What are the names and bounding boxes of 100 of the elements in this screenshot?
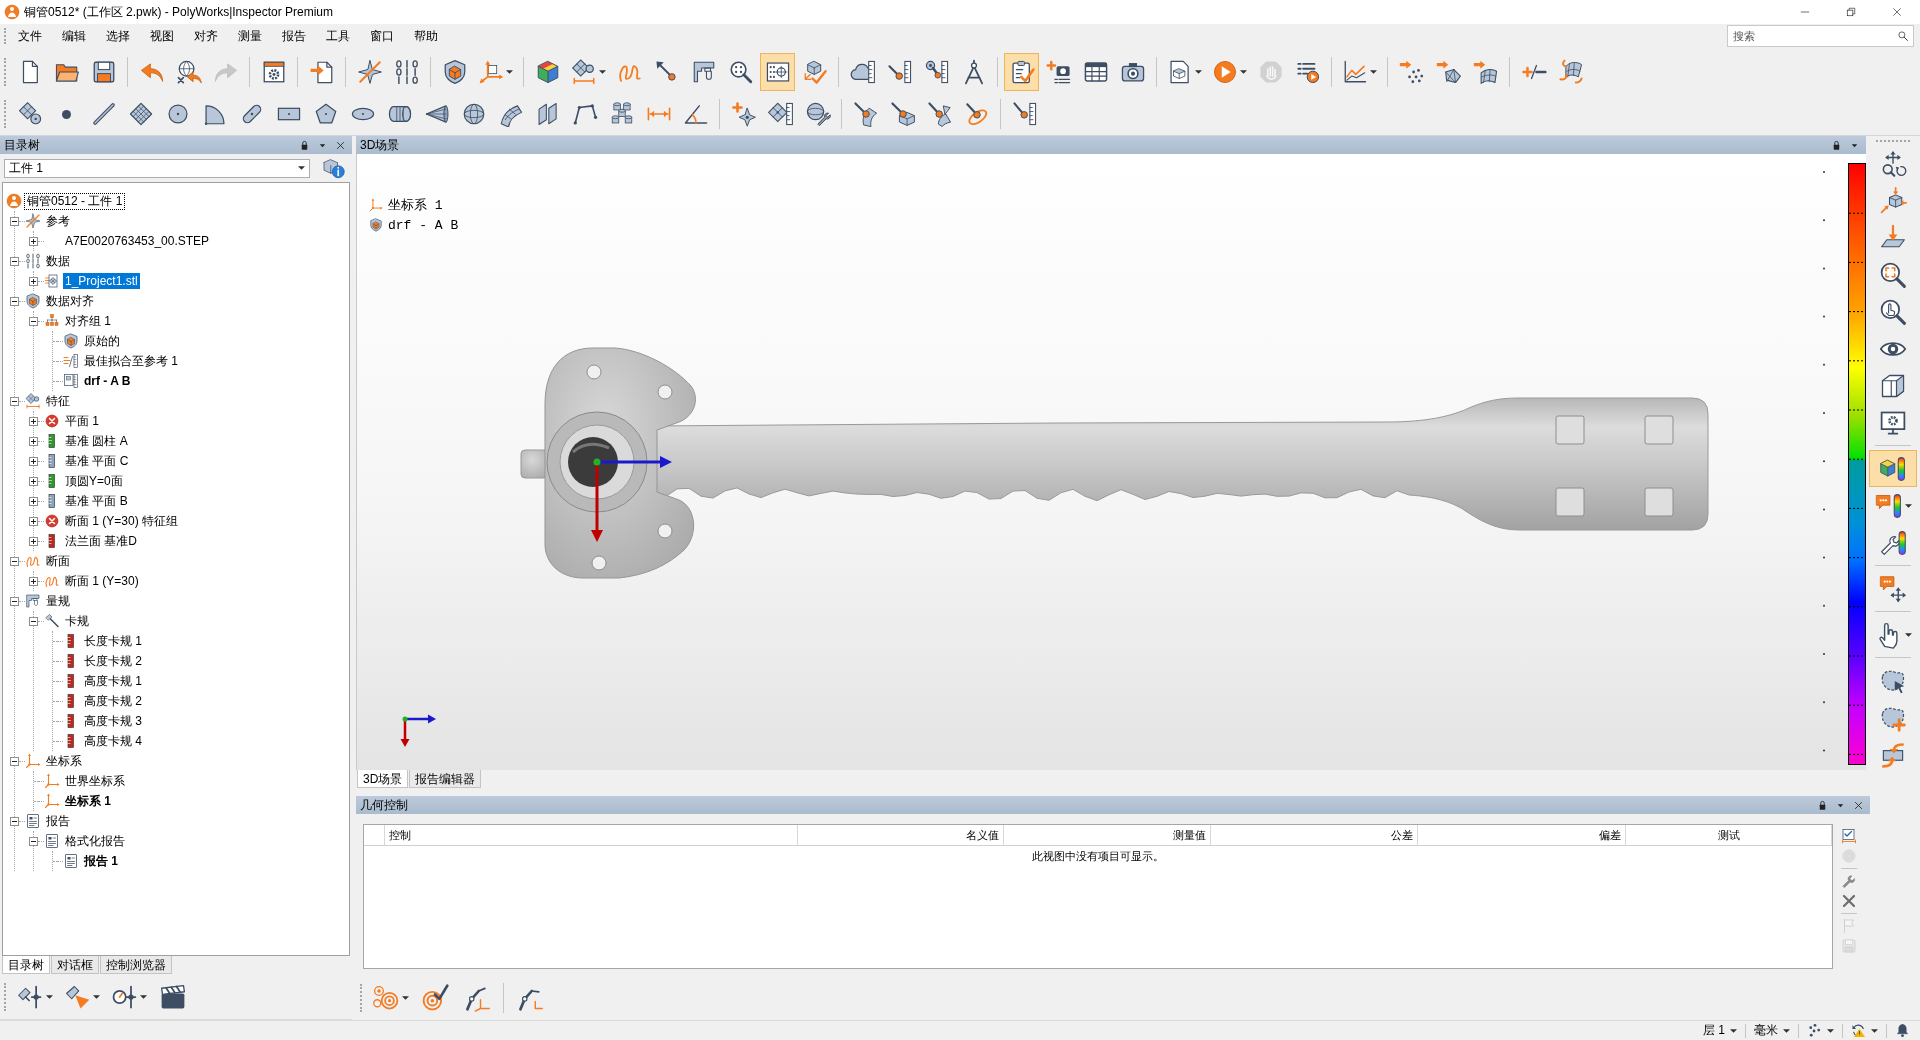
status-dropdown[interactable]: 层 1 [1697, 1021, 1743, 1040]
column-header[interactable]: 测量值 [1004, 825, 1211, 845]
axis-triad-icon [400, 714, 436, 747]
tree-item[interactable]: 报告 1 [82, 853, 120, 869]
tree-item[interactable]: 长度卡规 2 [82, 653, 144, 669]
expand-toggle-icon[interactable] [29, 476, 38, 486]
menu-item[interactable]: 测量 [228, 26, 272, 46]
3d-viewport[interactable]: 坐标系 1 drf - A B [356, 154, 1866, 770]
tree-item[interactable]: 卡规 [63, 613, 91, 629]
expand-toggle-icon[interactable] [29, 536, 38, 546]
tree-item[interactable]: 原始的 [82, 333, 122, 349]
tree-item[interactable]: 量规 [44, 593, 72, 609]
lock-icon[interactable] [1831, 139, 1842, 151]
tree-item[interactable]: 高度卡规 2 [82, 693, 144, 709]
toolbar-button[interactable] [1869, 450, 1917, 487]
globe-arrow-icon [175, 59, 202, 85]
search-icon[interactable] [1897, 30, 1909, 42]
panel-tab[interactable]: 控制浏览器 [100, 956, 172, 974]
collapse-toggle-icon[interactable] [29, 616, 38, 626]
tree-item[interactable]: 断面 1 (Y=30) [63, 573, 141, 589]
collapse-toggle-icon[interactable] [10, 396, 19, 406]
tree-item[interactable]: 格式化报告 [63, 833, 127, 849]
collapse-toggle-icon[interactable] [10, 816, 19, 826]
toolbar-button[interactable] [1839, 826, 1859, 846]
line-icon [90, 101, 117, 127]
tree-item[interactable]: 顶圆Y=0面 [63, 473, 125, 489]
menu-item[interactable]: 选择 [96, 26, 140, 46]
collapse-toggle-icon[interactable] [29, 316, 38, 326]
menu-item[interactable]: 对齐 [184, 26, 228, 46]
menu-item[interactable]: 编辑 [52, 26, 96, 46]
panel-tab[interactable]: 报告编辑器 [409, 770, 482, 788]
collapse-toggle-icon[interactable] [29, 836, 38, 846]
tree-item[interactable]: 高度卡规 1 [82, 673, 144, 689]
expand-toggle-icon[interactable] [29, 236, 38, 246]
expand-toggle-icon[interactable] [29, 276, 38, 286]
column-header[interactable]: 名义值 [798, 825, 1004, 845]
menu-item[interactable]: 工具 [316, 26, 360, 46]
panel-tab[interactable]: 目录树 [2, 956, 50, 974]
plane-point-icon [16, 101, 43, 127]
close-icon[interactable] [335, 139, 346, 151]
expand-toggle-icon[interactable] [29, 456, 38, 466]
collapse-toggle-icon[interactable] [10, 596, 19, 606]
expand-toggle-icon[interactable] [29, 516, 38, 526]
toolbar-button[interactable] [760, 53, 795, 91]
tree-item[interactable]: 对齐组 1 [63, 313, 113, 329]
column-header[interactable]: 测试 [1626, 825, 1832, 845]
tree-item[interactable]: 坐标系 [44, 753, 84, 769]
tree-item[interactable]: 参考 [44, 213, 72, 229]
expand-toggle-icon[interactable] [29, 496, 38, 506]
column-header[interactable]: 偏差 [1418, 825, 1626, 845]
tree-item[interactable]: 断面 1 (Y=30) 特征组 [63, 513, 181, 529]
column-header[interactable]: 控制 [385, 825, 798, 845]
collapse-toggle-icon[interactable] [10, 256, 19, 266]
menu-item[interactable]: 文件 [8, 26, 52, 46]
tree-item[interactable]: A7E0020763453_00.STEP [63, 233, 212, 249]
column-header[interactable]: 公差 [1211, 825, 1418, 845]
tree-item[interactable]: 世界坐标系 [63, 773, 127, 789]
axis-triad-icon [591, 456, 672, 542]
tree-item[interactable]: 报告 [44, 813, 72, 829]
status-dropdown[interactable]: 毫米 [1748, 1021, 1796, 1040]
collapse-toggle-icon[interactable] [10, 756, 19, 766]
toolbar-button[interactable] [1004, 53, 1039, 91]
expand-toggle-icon[interactable] [29, 436, 38, 446]
collapse-toggle-icon[interactable] [10, 296, 19, 306]
panel-tab[interactable]: 3D场景 [357, 770, 409, 788]
collapse-toggle-icon[interactable] [10, 556, 19, 566]
menu-item[interactable]: 视图 [140, 26, 184, 46]
tree-item[interactable]: drf - A B [82, 373, 133, 389]
tree-item[interactable]: 基准 平面 B [63, 493, 130, 509]
tree-item[interactable]: 高度卡规 4 [82, 733, 144, 749]
dropdown-caret-icon [1871, 1028, 1878, 1033]
tree-item[interactable]: 高度卡规 3 [82, 713, 144, 729]
tree-item[interactable]: 断面 [44, 553, 72, 569]
menu-item[interactable]: 窗口 [360, 26, 404, 46]
tree-item[interactable]: 长度卡规 1 [82, 633, 144, 649]
tree-item[interactable]: 数据对齐 [44, 293, 96, 309]
tree-item[interactable]: 平面 1 [63, 413, 101, 429]
tree-item[interactable]: 数据 [44, 253, 72, 269]
caliper-icon [25, 593, 41, 609]
cloud-ruler-icon [849, 59, 876, 85]
lock-icon[interactable] [1817, 799, 1828, 811]
workpiece-dropdown[interactable]: 工件 1 [4, 158, 310, 178]
gauge-probe-icon [110, 983, 138, 1011]
tree-item[interactable]: 特征 [44, 393, 72, 409]
panel-tab[interactable]: 对话框 [51, 956, 99, 974]
search-field[interactable]: 搜索 [1727, 25, 1914, 47]
menu-item[interactable]: 报告 [272, 26, 316, 46]
menu-item[interactable]: 帮助 [404, 26, 448, 46]
close-icon[interactable] [1853, 799, 1864, 811]
collapse-toggle-icon[interactable] [10, 216, 19, 226]
tree-item[interactable]: 坐标系 1 [63, 793, 113, 809]
expand-toggle-icon[interactable] [29, 576, 38, 586]
tree-item[interactable]: 基准 圆柱 A [63, 433, 130, 449]
lock-icon[interactable] [299, 139, 310, 151]
expand-toggle-icon[interactable] [29, 416, 38, 426]
tree-item[interactable]: 基准 平面 C [63, 453, 131, 469]
tree-item[interactable]: 1_Project1.stl [63, 273, 140, 289]
tree-item[interactable]: 最佳拟合至参考 1 [82, 353, 180, 369]
tree-item[interactable]: 法兰面 基准D [63, 533, 139, 549]
tree-item[interactable]: 铜管0512 - 工件 1 [25, 193, 125, 209]
